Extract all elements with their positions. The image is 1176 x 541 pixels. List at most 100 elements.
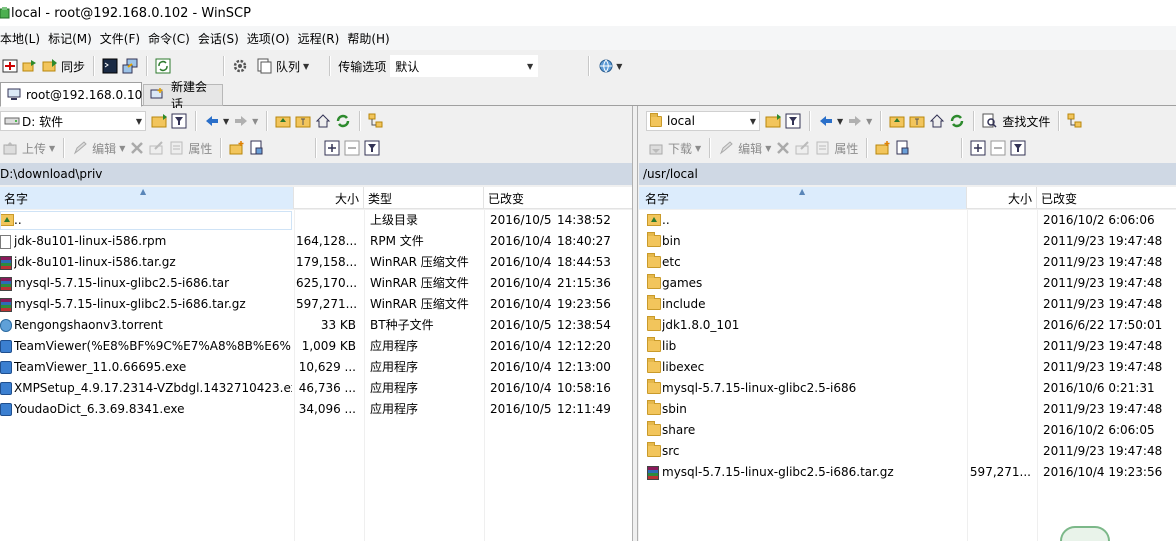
left-unselect-all-button[interactable] xyxy=(342,137,362,159)
right-parent-dir-button[interactable] xyxy=(887,110,907,132)
right-file-list[interactable]: .. 2016/10/2 6:06:06 bin 2011/9/23 19:47:48… xyxy=(639,210,1176,541)
left-select-all-button[interactable] xyxy=(322,137,342,159)
file-row[interactable]: .. 上级目录 2016/10/5 14:38:52 xyxy=(0,210,632,231)
toolbar-separator xyxy=(961,138,963,158)
file-row[interactable]: share 2016/10/2 6:06:05 xyxy=(639,420,1176,441)
left-root-dir-button[interactable] xyxy=(293,110,313,132)
network-button[interactable]: ▼ xyxy=(595,55,624,77)
menu-commands[interactable]: 命令(C) xyxy=(148,30,195,47)
right-col-changed[interactable]: 已改变 xyxy=(1037,187,1176,209)
file-row[interactable]: mysql-5.7.15-linux-glibc2.5-i686 2016/10/… xyxy=(639,378,1176,399)
compare-button[interactable] xyxy=(0,55,20,77)
file-row[interactable]: YoudaoDict_6.3.69.8341.exe 34,096 ... 应用程序… xyxy=(0,399,632,420)
left-actions-toolbar: 上传 ▼ 编辑 ▼ 属性 xyxy=(0,135,632,161)
transfer-settings-select[interactable]: 默认 ▼ xyxy=(390,55,539,77)
left-filter-button[interactable] xyxy=(169,110,189,132)
right-tree-button[interactable] xyxy=(1065,110,1085,132)
right-filter-button[interactable] xyxy=(783,110,803,132)
right-edit-button[interactable]: 编辑 ▼ xyxy=(716,137,773,159)
synchronize-button[interactable]: 同步 xyxy=(40,55,87,77)
file-row[interactable]: jdk-8u101-linux-i586.tar.gz 179,158... Win… xyxy=(0,252,632,273)
right-unselect-all-button[interactable] xyxy=(988,137,1008,159)
file-row[interactable]: jdk-8u101-linux-i586.rpm 164,128... RPM 文件… xyxy=(0,231,632,252)
upload-button[interactable]: 上传 ▼ xyxy=(0,137,57,159)
left-col-name[interactable]: ▲ 名字 xyxy=(0,187,294,209)
synchronize-browse-button[interactable] xyxy=(20,55,40,77)
left-refresh-button[interactable] xyxy=(333,110,353,132)
menu-session[interactable]: 会话(S) xyxy=(198,30,244,47)
console-button[interactable] xyxy=(100,55,120,77)
right-open-dir-button[interactable] xyxy=(763,110,783,132)
file-row[interactable]: XMPSetup_4.9.17.2314-VZbdgl.1432710423.e… xyxy=(0,378,632,399)
file-row[interactable]: games 2011/9/23 19:47:48 xyxy=(639,273,1176,294)
file-row[interactable]: TeamViewer(%E8%BF%9C%E7%A8%8B%E6%... 1,00… xyxy=(0,336,632,357)
left-edit-button[interactable]: 编辑 ▼ xyxy=(70,137,127,159)
right-dir-select[interactable]: local ▼ xyxy=(646,111,760,131)
queue-button[interactable]: 队列 ▼ xyxy=(254,55,311,77)
menu-local[interactable]: 本地(L) xyxy=(0,30,45,47)
file-row[interactable]: Rengongshaonv3.torrent 33 KB BT种子文件 2016/10… xyxy=(0,315,632,336)
file-row[interactable]: libexec 2011/9/23 19:47:48 xyxy=(639,357,1176,378)
refresh-remote-button[interactable] xyxy=(153,55,173,77)
left-file-list[interactable]: .. 上级目录 2016/10/5 14:38:52 jdk-8u101-linux-i… xyxy=(0,210,632,541)
file-row[interactable]: include 2011/9/23 19:47:48 xyxy=(639,294,1176,315)
tab-session[interactable]: root@192.168.0.102 xyxy=(0,82,150,107)
right-filter-select-button[interactable] xyxy=(1008,137,1028,159)
file-row[interactable]: sbin 2011/9/23 19:47:48 xyxy=(639,399,1176,420)
file-row[interactable]: .. 2016/10/2 6:06:06 xyxy=(639,210,1176,231)
putty-button[interactable] xyxy=(120,55,140,77)
right-properties-button[interactable]: 属性 xyxy=(813,137,860,159)
right-refresh-button[interactable] xyxy=(947,110,967,132)
left-new-folder-button[interactable] xyxy=(227,137,247,159)
left-back-button[interactable]: ▼ xyxy=(202,110,231,132)
left-open-dir-button[interactable] xyxy=(149,110,169,132)
file-row[interactable]: bin 2011/9/23 19:47:48 xyxy=(639,231,1176,252)
left-col-type[interactable]: 类型 xyxy=(364,187,484,209)
tab-new-session[interactable]: 新建会话 xyxy=(143,80,223,111)
file-row[interactable]: TeamViewer_11.0.66695.exe 10,629 ... 应用程序 2… xyxy=(0,357,632,378)
find-files-button[interactable]: 查找文件 xyxy=(980,110,1052,132)
file-changed: 2011/9/23 19:47:48 xyxy=(1043,234,1163,248)
download-button[interactable]: 下载 ▼ xyxy=(646,137,703,159)
left-properties-button[interactable]: 属性 xyxy=(167,137,214,159)
right-col-name[interactable]: ▲ 名字 xyxy=(639,187,967,209)
right-select-all-button[interactable] xyxy=(968,137,988,159)
preferences-button[interactable] xyxy=(230,55,250,77)
file-row[interactable]: jdk1.8.0_101 2016/6/22 17:50:01 xyxy=(639,315,1176,336)
toolbar-separator xyxy=(195,111,196,131)
right-forward-button[interactable]: ▼ xyxy=(845,110,874,132)
right-rename-button[interactable] xyxy=(793,137,813,159)
file-row[interactable]: src 2011/9/23 19:47:48 xyxy=(639,441,1176,462)
right-home-button[interactable] xyxy=(927,110,947,132)
right-back-button[interactable]: ▼ xyxy=(816,110,845,132)
file-row[interactable]: mysql-5.7.15-linux-glibc2.5-i686.tar 625,… xyxy=(0,273,632,294)
left-parent-dir-button[interactable] xyxy=(273,110,293,132)
left-select-files-button[interactable] xyxy=(247,137,267,159)
left-drive-select[interactable]: D: 软件 ▼ xyxy=(0,111,146,131)
right-new-folder-button[interactable] xyxy=(873,137,893,159)
left-rename-button[interactable] xyxy=(147,137,167,159)
right-col-size[interactable]: 大小 xyxy=(967,187,1037,209)
file-row[interactable]: mysql-5.7.15-linux-glibc2.5-i686.tar.gz 5… xyxy=(639,462,1176,483)
right-root-dir-button[interactable] xyxy=(907,110,927,132)
left-filter-select-button[interactable] xyxy=(362,137,382,159)
file-row[interactable]: etc 2011/9/23 19:47:48 xyxy=(639,252,1176,273)
toolbar-separator xyxy=(93,56,95,76)
right-delete-button[interactable] xyxy=(773,137,793,159)
file-row[interactable]: mysql-5.7.15-linux-glibc2.5-i686.tar.gz 5… xyxy=(0,294,632,315)
left-col-changed[interactable]: 已改变 xyxy=(484,187,632,209)
menu-bar: 本地(L) 标记(M) 文件(F) 命令(C) 会话(S) 选项(O) 远程(R… xyxy=(0,26,1176,50)
file-row[interactable]: lib 2011/9/23 19:47:48 xyxy=(639,336,1176,357)
menu-mark[interactable]: 标记(M) xyxy=(48,30,97,47)
panel-splitter[interactable] xyxy=(632,106,638,541)
menu-remote[interactable]: 远程(R) xyxy=(298,30,345,47)
left-tree-button[interactable] xyxy=(366,110,386,132)
left-forward-button[interactable]: ▼ xyxy=(231,110,260,132)
left-delete-button[interactable] xyxy=(127,137,147,159)
menu-help[interactable]: 帮助(H) xyxy=(347,30,394,47)
left-col-size[interactable]: 大小 xyxy=(294,187,364,209)
right-select-files-button[interactable] xyxy=(893,137,913,159)
menu-options[interactable]: 选项(O) xyxy=(247,30,295,47)
left-home-button[interactable] xyxy=(313,110,333,132)
menu-files[interactable]: 文件(F) xyxy=(100,30,145,47)
